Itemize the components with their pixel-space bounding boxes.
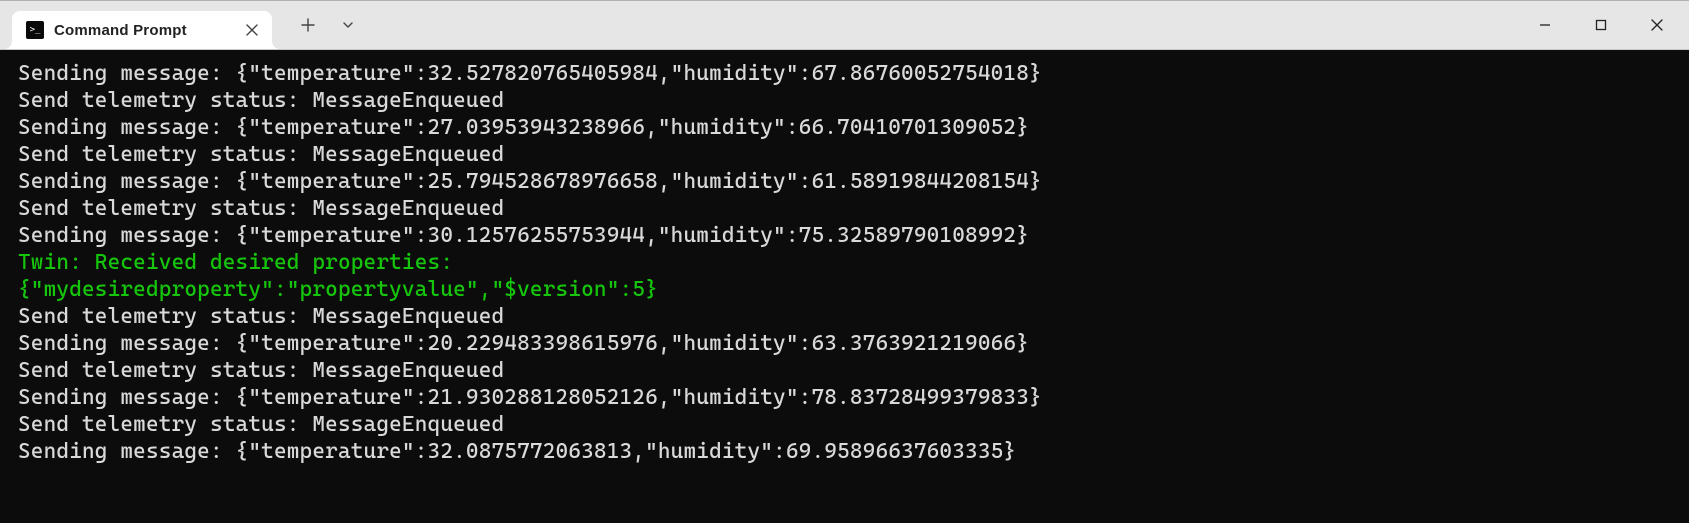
terminal-line: Sending message: {"temperature":20.22948… xyxy=(18,330,1683,357)
close-window-button[interactable] xyxy=(1629,5,1685,45)
terminal-line: Twin: Received desired properties: xyxy=(18,249,1683,276)
window: >_ Command Prompt Sending mes xyxy=(0,0,1689,523)
terminal-line: Sending message: {"temperature":27.03953… xyxy=(18,114,1683,141)
tab-command-prompt[interactable]: >_ Command Prompt xyxy=(12,11,272,49)
terminal-line: Send telemetry status: MessageEnqueued xyxy=(18,411,1683,438)
minimize-button[interactable] xyxy=(1517,5,1573,45)
terminal-line: Sending message: {"temperature":25.79452… xyxy=(18,168,1683,195)
new-tab-dropdown[interactable] xyxy=(328,5,368,45)
new-tab-button[interactable] xyxy=(288,5,328,45)
terminal-line: Send telemetry status: MessageEnqueued xyxy=(18,87,1683,114)
terminal-line: Sending message: {"temperature":32.08757… xyxy=(18,438,1683,465)
window-controls xyxy=(1517,1,1689,49)
terminal-line: Send telemetry status: MessageEnqueued xyxy=(18,195,1683,222)
terminal-icon: >_ xyxy=(26,21,44,39)
maximize-button[interactable] xyxy=(1573,5,1629,45)
titlebar: >_ Command Prompt xyxy=(0,1,1689,49)
terminal-line: {"mydesiredproperty":"propertyvalue","$v… xyxy=(18,276,1683,303)
terminal-line: Sending message: {"temperature":30.12576… xyxy=(18,222,1683,249)
tab-title: Command Prompt xyxy=(54,22,242,39)
terminal-output[interactable]: Sending message: {"temperature":32.52782… xyxy=(0,50,1689,523)
terminal-line: Sending message: {"temperature":32.52782… xyxy=(18,60,1683,87)
terminal-line: Sending message: {"temperature":21.93028… xyxy=(18,384,1683,411)
terminal-line: Send telemetry status: MessageEnqueued xyxy=(18,303,1683,330)
close-tab-button[interactable] xyxy=(242,20,262,40)
terminal-line: Send telemetry status: MessageEnqueued xyxy=(18,357,1683,384)
tabs-area: >_ Command Prompt xyxy=(0,1,272,49)
terminal-line: Send telemetry status: MessageEnqueued xyxy=(18,141,1683,168)
